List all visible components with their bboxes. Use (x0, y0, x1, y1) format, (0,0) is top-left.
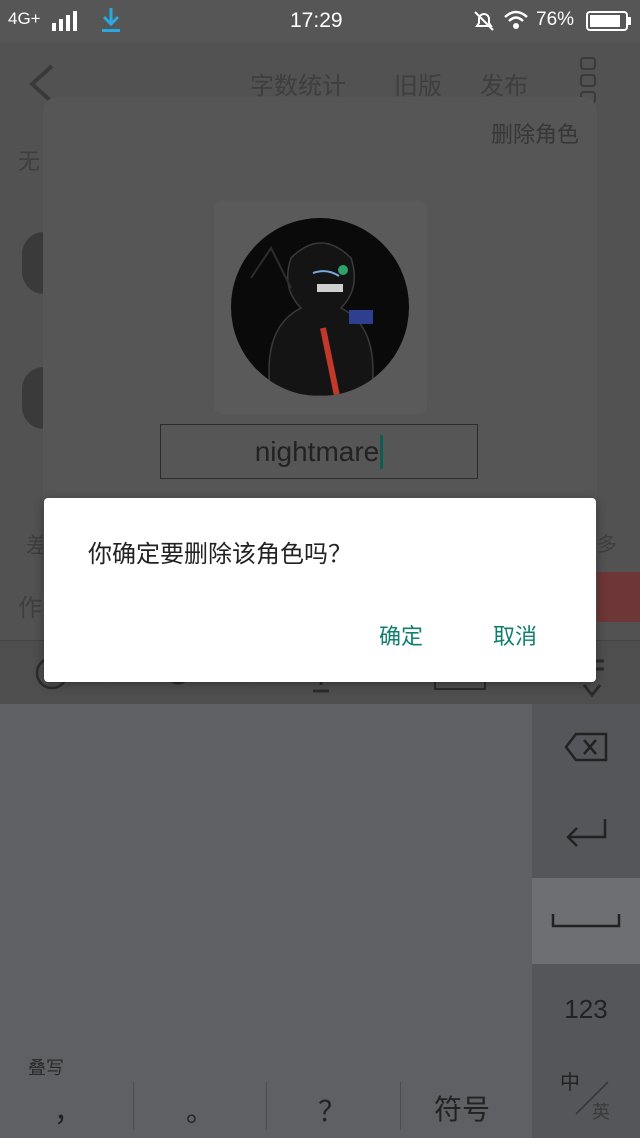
number-key[interactable]: 123 (532, 966, 640, 1052)
clock: 17:29 (290, 9, 343, 32)
space-icon (551, 914, 621, 928)
period-key[interactable]: 。 (186, 1090, 214, 1130)
enter-icon (566, 819, 607, 847)
enter-key[interactable] (532, 790, 640, 876)
mute-alarm-icon (472, 9, 496, 37)
battery-icon (586, 11, 632, 35)
role-avatar-thumb-2[interactable] (22, 367, 44, 429)
network-type: 4G+ (8, 9, 41, 28)
language-switch-key[interactable]: 中 英 (532, 1052, 640, 1138)
side-char-4: 多 (597, 532, 617, 556)
comma-key[interactable]: ， (54, 1090, 82, 1130)
cancel-button[interactable]: 取消 (493, 619, 537, 651)
role-avatar-thumb-1[interactable] (22, 232, 44, 294)
role-avatar (231, 218, 409, 396)
signal-icon (52, 11, 78, 35)
backspace-icon (564, 732, 608, 762)
old-version-link[interactable]: 旧版 (394, 66, 442, 101)
backspace-key[interactable] (532, 704, 640, 790)
text-caret (380, 434, 384, 469)
role-name-input[interactable]: nightmare (160, 424, 478, 479)
word-count-link[interactable]: 字数统计 (250, 66, 346, 101)
download-icon (100, 6, 122, 38)
battery-percent: 76% (536, 9, 575, 30)
overlap-write-label[interactable]: 叠写 (28, 1054, 64, 1080)
side-char-1: 无 (18, 150, 41, 175)
space-key[interactable] (532, 878, 640, 964)
role-name-value: nightmare (254, 435, 380, 467)
send-button[interactable] (597, 572, 640, 622)
confirm-delete-dialog: 你确定要删除该角色吗？ 确定 取消 (44, 498, 596, 682)
wifi-icon (503, 9, 529, 35)
question-key[interactable]: ？ (318, 1090, 346, 1130)
side-char-3: 作 (18, 594, 42, 622)
delete-role-button[interactable]: 删除角色 (491, 117, 579, 149)
publish-link[interactable]: 发布 (480, 66, 528, 101)
confirm-button[interactable]: 确定 (379, 619, 423, 651)
avatar-picker[interactable] (214, 201, 427, 414)
dialog-message: 你确定要删除该角色吗？ (88, 540, 352, 568)
symbols-key[interactable]: 符号 (434, 1088, 490, 1128)
status-bar: 4G+ 17:29 76% (0, 0, 640, 42)
